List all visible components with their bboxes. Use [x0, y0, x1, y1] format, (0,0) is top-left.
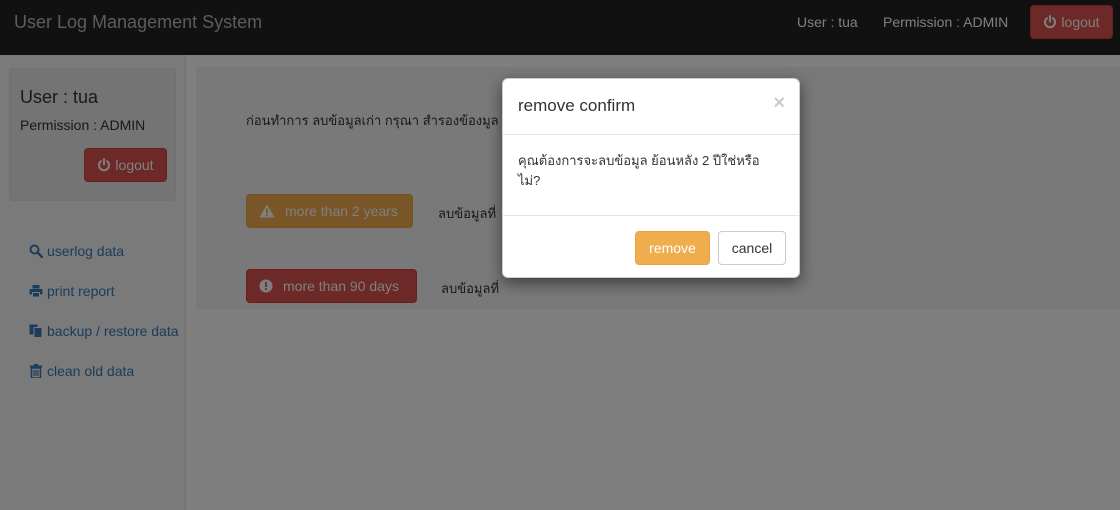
modal-footer: remove cancel	[503, 215, 799, 278]
confirm-remove-button[interactable]: remove	[635, 231, 710, 265]
cancel-button[interactable]: cancel	[718, 231, 786, 265]
remove-confirm-modal: remove confirm × คุณต้องการจะลบข้อมูล ย้…	[502, 78, 800, 278]
close-icon[interactable]: ×	[773, 92, 785, 115]
modal-message: คุณต้องการจะลบข้อมูล ย้อนหลัง 2 ปีใช่หรื…	[518, 153, 760, 188]
modal-header: remove confirm ×	[503, 79, 799, 135]
modal-title: remove confirm	[518, 96, 636, 115]
